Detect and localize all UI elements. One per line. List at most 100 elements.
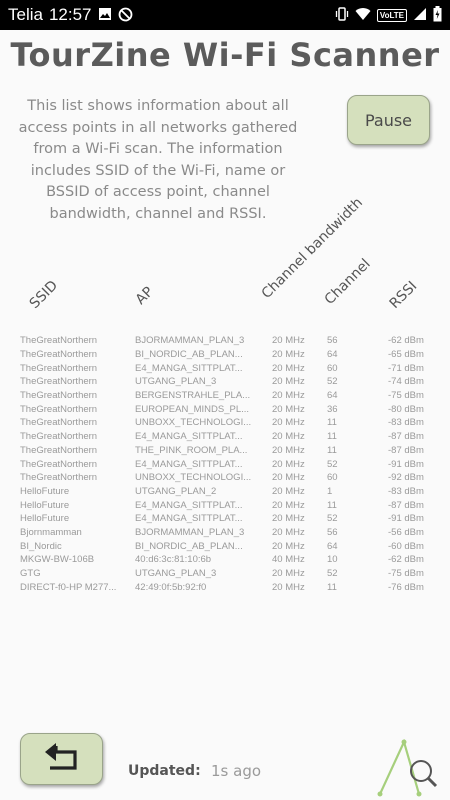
ap-cell: E4_MANGA_SITTPLAT... <box>135 499 243 511</box>
table-row: TheGreatNorthern UTGANG_PLAN_3 20 MHz 52 -74… <box>20 375 433 389</box>
channel-cell: 56 <box>327 526 338 538</box>
table-row: HelloFuture E4_MANGA_SITTPLAT... 20 MHz 52 -… <box>20 512 433 526</box>
table-row: TheGreatNorthern E4_MANGA_SITTPLAT... 20 M… <box>20 430 433 444</box>
rssi-cell: -91 dBm <box>388 458 424 470</box>
ap-cell: 42:49:0f:5b:92:f0 <box>135 581 207 593</box>
ssid-cell: TheGreatNorthern <box>20 349 98 361</box>
ssid-cell: TheGreatNorthern <box>20 458 98 470</box>
rssi-cell: -87 dBm <box>388 444 424 456</box>
ap-cell: E4_MANGA_SITTPLAT... <box>135 458 243 470</box>
bandwidth-cell: 20 MHz <box>272 472 305 484</box>
ap-cell: THE_PINK_ROOM_PLA... <box>135 444 248 456</box>
rssi-cell: -74 dBm <box>388 376 424 388</box>
rssi-cell: -91 dBm <box>388 513 424 525</box>
bandwidth-cell: 20 MHz <box>272 540 305 552</box>
back-button[interactable] <box>20 733 103 785</box>
ap-cell: 40:d6:3c:81:10:6b <box>135 554 212 566</box>
rssi-cell: -75 dBm <box>388 568 424 580</box>
bandwidth-cell: 20 MHz <box>272 458 305 470</box>
rssi-cell: -87 dBm <box>388 431 424 443</box>
ssid-cell: MKGW-BW-106B <box>20 554 95 566</box>
table-row: TheGreatNorthern THE_PINK_ROOM_PLA... 20 M… <box>20 444 433 458</box>
channel-cell: 11 <box>327 499 337 511</box>
ap-cell: E4_MANGA_SITTPLAT... <box>135 513 243 525</box>
bandwidth-cell: 20 MHz <box>272 417 305 429</box>
rssi-cell: -60 dBm <box>388 540 424 552</box>
rssi-cell: -75 dBm <box>388 390 424 402</box>
carrier-name: Telia <box>8 5 43 24</box>
rssi-cell: -71 dBm <box>388 362 424 374</box>
bandwidth-cell: 20 MHz <box>272 376 305 388</box>
ssid-cell: TheGreatNorthern <box>20 362 98 374</box>
channel-cell: 10 <box>327 554 338 566</box>
bandwidth-cell: 20 MHz <box>272 581 305 593</box>
ssid-cell: DIRECT-f0-HP M277... <box>20 581 117 593</box>
signal-icon <box>413 7 427 23</box>
table-row: TheGreatNorthern E4_MANGA_SITTPLAT... 20 M… <box>20 361 433 375</box>
image-icon <box>98 7 112 23</box>
ap-cell: E4_MANGA_SITTPLAT... <box>135 431 243 443</box>
ap-cell: EUROPEAN_MINDS_PL... <box>135 403 250 415</box>
wifi-icon <box>355 7 371 23</box>
volte-badge: VoLTE <box>376 8 407 22</box>
rssi-cell: -83 dBm <box>388 485 424 497</box>
channel-cell: 56 <box>327 335 338 347</box>
ssid-cell: TheGreatNorthern <box>20 472 98 484</box>
ssid-cell: TheGreatNorthern <box>20 431 98 443</box>
table-row: TheGreatNorthern BI_NORDIC_AB_PLAN... 20 M… <box>20 348 433 362</box>
bandwidth-cell: 20 MHz <box>272 335 305 347</box>
ap-cell: BI_NORDIC_AB_PLAN... <box>135 540 243 552</box>
ssid-cell: TheGreatNorthern <box>20 444 98 456</box>
rssi-cell: -87 dBm <box>388 499 424 511</box>
status-bar: Telia 12:57 VoLTE <box>0 0 450 30</box>
ssid-cell: HelloFuture <box>20 513 70 525</box>
ssid-cell: BI_Nordic <box>20 540 62 552</box>
ap-cell: UTGANG_PLAN_2 <box>135 485 217 497</box>
ap-cell: UTGANG_PLAN_3 <box>135 568 217 580</box>
ap-cell: BI_NORDIC_AB_PLAN... <box>135 349 243 361</box>
bandwidth-cell: 20 MHz <box>272 513 305 525</box>
header-rssi: RSSI <box>386 278 421 312</box>
ap-cell: UTGANG_PLAN_3 <box>135 376 217 388</box>
ap-cell: E4_MANGA_SITTPLAT... <box>135 362 243 374</box>
ssid-cell: TheGreatNorthern <box>20 376 98 388</box>
bandwidth-cell: 40 MHz <box>272 554 305 566</box>
battery-charging-icon <box>433 6 442 24</box>
table-row: MKGW-BW-106B 40:d6:3c:81:10:6b 40 MHz 10 -62… <box>20 553 433 567</box>
ssid-cell: TheGreatNorthern <box>20 390 98 402</box>
updated-value: 1s ago <box>211 762 262 780</box>
channel-cell: 60 <box>327 472 338 484</box>
bandwidth-cell: 20 MHz <box>272 403 305 415</box>
rssi-cell: -62 dBm <box>388 335 424 347</box>
pause-button[interactable]: Pause <box>347 95 430 145</box>
table-row: GTG UTGANG_PLAN_3 20 MHz 52 -75 dBm <box>20 567 433 581</box>
table-row: TheGreatNorthern EUROPEAN_MINDS_PL... 20 M… <box>20 402 433 416</box>
vibrate-icon <box>335 7 349 23</box>
ap-cell: BJORMAMMAN_PLAN_3 <box>135 335 245 347</box>
description-text: This list shows information about all ac… <box>18 98 298 222</box>
channel-cell: 52 <box>327 513 338 525</box>
ap-cell: UNBOXX_TECHNOLOGI... <box>135 417 252 429</box>
rssi-cell: -56 dBm <box>388 526 424 538</box>
table-row: TheGreatNorthern E4_MANGA_SITTPLAT... 20 M… <box>20 457 433 471</box>
rssi-cell: -83 dBm <box>388 417 424 429</box>
channel-cell: 52 <box>327 568 338 580</box>
header-ap: AP <box>132 283 157 308</box>
rssi-cell: -62 dBm <box>388 554 424 566</box>
table-row: TheGreatNorthern BJORMAMMAN_PLAN_3 20 MHz 5… <box>20 334 433 348</box>
table-row: BI_Nordic BI_NORDIC_AB_PLAN... 20 MHz 64 -60… <box>20 539 433 553</box>
channel-cell: 36 <box>327 403 338 415</box>
bandwidth-cell: 20 MHz <box>272 485 305 497</box>
table-row: HelloFuture UTGANG_PLAN_2 20 MHz 1 -83 dBm <box>20 485 433 499</box>
channel-cell: 52 <box>327 376 338 388</box>
table-row: TheGreatNorthern BERGENSTRAHLE_PLA... 20 M… <box>20 389 433 403</box>
channel-cell: 11 <box>327 431 337 443</box>
app-title: TourZine Wi-Fi Scanner <box>10 36 440 74</box>
bandwidth-cell: 20 MHz <box>272 362 305 374</box>
bandwidth-cell: 20 MHz <box>272 526 305 538</box>
rssi-cell: -80 dBm <box>388 403 424 415</box>
ssid-cell: TheGreatNorthern <box>20 335 98 347</box>
channel-cell: 60 <box>327 362 338 374</box>
table-row: DIRECT-f0-HP M277... 42:49:0f:5b:92:f0 20 … <box>20 580 433 594</box>
ssid-cell: HelloFuture <box>20 485 70 497</box>
